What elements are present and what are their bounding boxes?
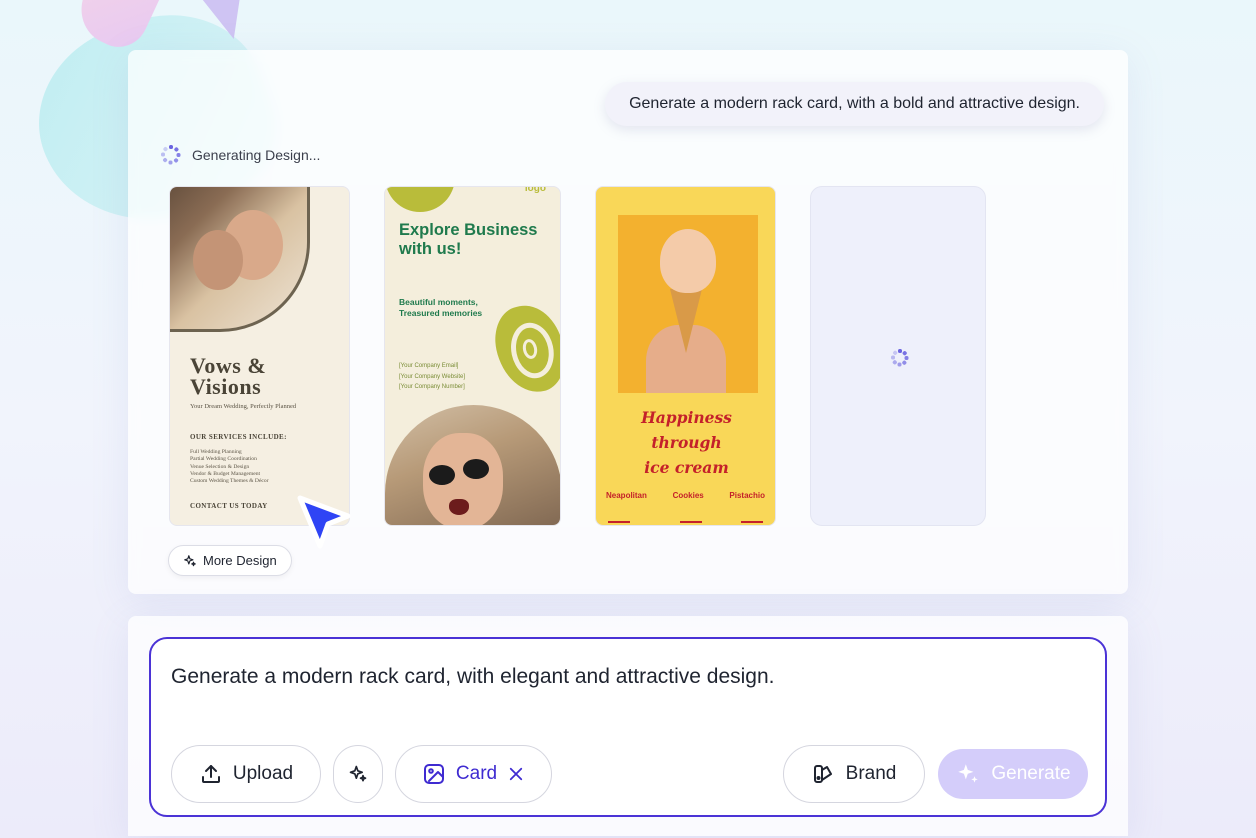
upload-label: Upload (232, 763, 294, 784)
card3-underlines (608, 521, 763, 523)
card2-contact-info: [Your Company Email] [Your Company Websi… (399, 363, 466, 390)
loading-spinner-icon (889, 347, 911, 369)
card1-tagline: Your Dream Wedding, Perfectly Planned (190, 403, 297, 410)
generating-status: Generating Design... (160, 144, 320, 166)
card3-title: Happiness through ice cream (641, 408, 732, 477)
card1-contact-heading: CONTACT US TODAY (190, 502, 268, 510)
flavor-label: Pistachio (729, 491, 765, 500)
sparkle-icon (348, 764, 368, 784)
card3-flavors: Neapolitan Cookies Pistachio (606, 491, 765, 500)
card1-services-list: Full Wedding Planning Partial Wedding Co… (190, 449, 269, 485)
design-card-loading-placeholder (810, 186, 986, 526)
design-card-wedding[interactable]: Vows & Visions Your Dream Wedding, Perfe… (169, 186, 350, 526)
decorative-triangle (193, 0, 259, 46)
close-icon[interactable] (507, 765, 525, 783)
couple-photo (170, 187, 310, 332)
card-chip-label: Card (455, 763, 498, 784)
loading-spinner-icon (160, 144, 182, 166)
decorative-blob (69, 0, 165, 57)
card2-logo: logo (524, 186, 546, 194)
upload-icon (199, 762, 223, 786)
chat-panel: Generate a modern rack card, with a bold… (128, 50, 1128, 594)
generate-label: Generate (991, 763, 1071, 784)
sparkle-icon (183, 554, 197, 568)
prompt-input[interactable]: Generate a modern rack card, with elegan… (171, 665, 775, 689)
upload-button[interactable]: Upload (171, 745, 321, 803)
card1-title: Vows & Visions (190, 353, 267, 399)
brand-palette-icon (812, 762, 836, 786)
flavor-label: Cookies (672, 491, 704, 500)
prompt-input-box[interactable]: Generate a modern rack card, with elegan… (149, 637, 1107, 817)
ice-cream-photo (618, 215, 758, 393)
status-text: Generating Design... (192, 147, 321, 163)
flavor-label: Neapolitan (606, 491, 647, 500)
generate-button[interactable]: Generate (938, 749, 1088, 799)
user-prompt-text: Generate a modern rack card, with a bold… (629, 95, 1080, 112)
card2-subtitle: Beautiful moments, Treasured memories (399, 297, 483, 318)
brand-button[interactable]: Brand (783, 745, 925, 803)
swirl-graphic (488, 299, 560, 399)
composer-panel: Generate a modern rack card, with elegan… (128, 616, 1128, 836)
magic-enhance-button[interactable] (333, 745, 383, 803)
design-card-business[interactable]: logo Explore Business with us! Beautiful… (384, 186, 561, 526)
card-image-icon (422, 762, 446, 786)
more-design-label: More Design (203, 553, 277, 568)
user-prompt-bubble: Generate a modern rack card, with a bold… (605, 82, 1104, 126)
card2-title: Explore Business with us! (399, 221, 538, 258)
leaf-graphic (385, 187, 455, 212)
sparkle-icon (955, 761, 981, 787)
more-design-button[interactable]: More Design (168, 545, 292, 576)
brand-label: Brand (845, 763, 897, 784)
card1-services-heading: OUR SERVICES INCLUDE: (190, 433, 287, 441)
card-type-chip[interactable]: Card (395, 745, 552, 803)
design-card-ice-cream[interactable]: Happiness through ice cream Neapolitan C… (595, 186, 776, 526)
cursor-pointer-icon (294, 490, 358, 562)
woman-photo (385, 405, 560, 525)
